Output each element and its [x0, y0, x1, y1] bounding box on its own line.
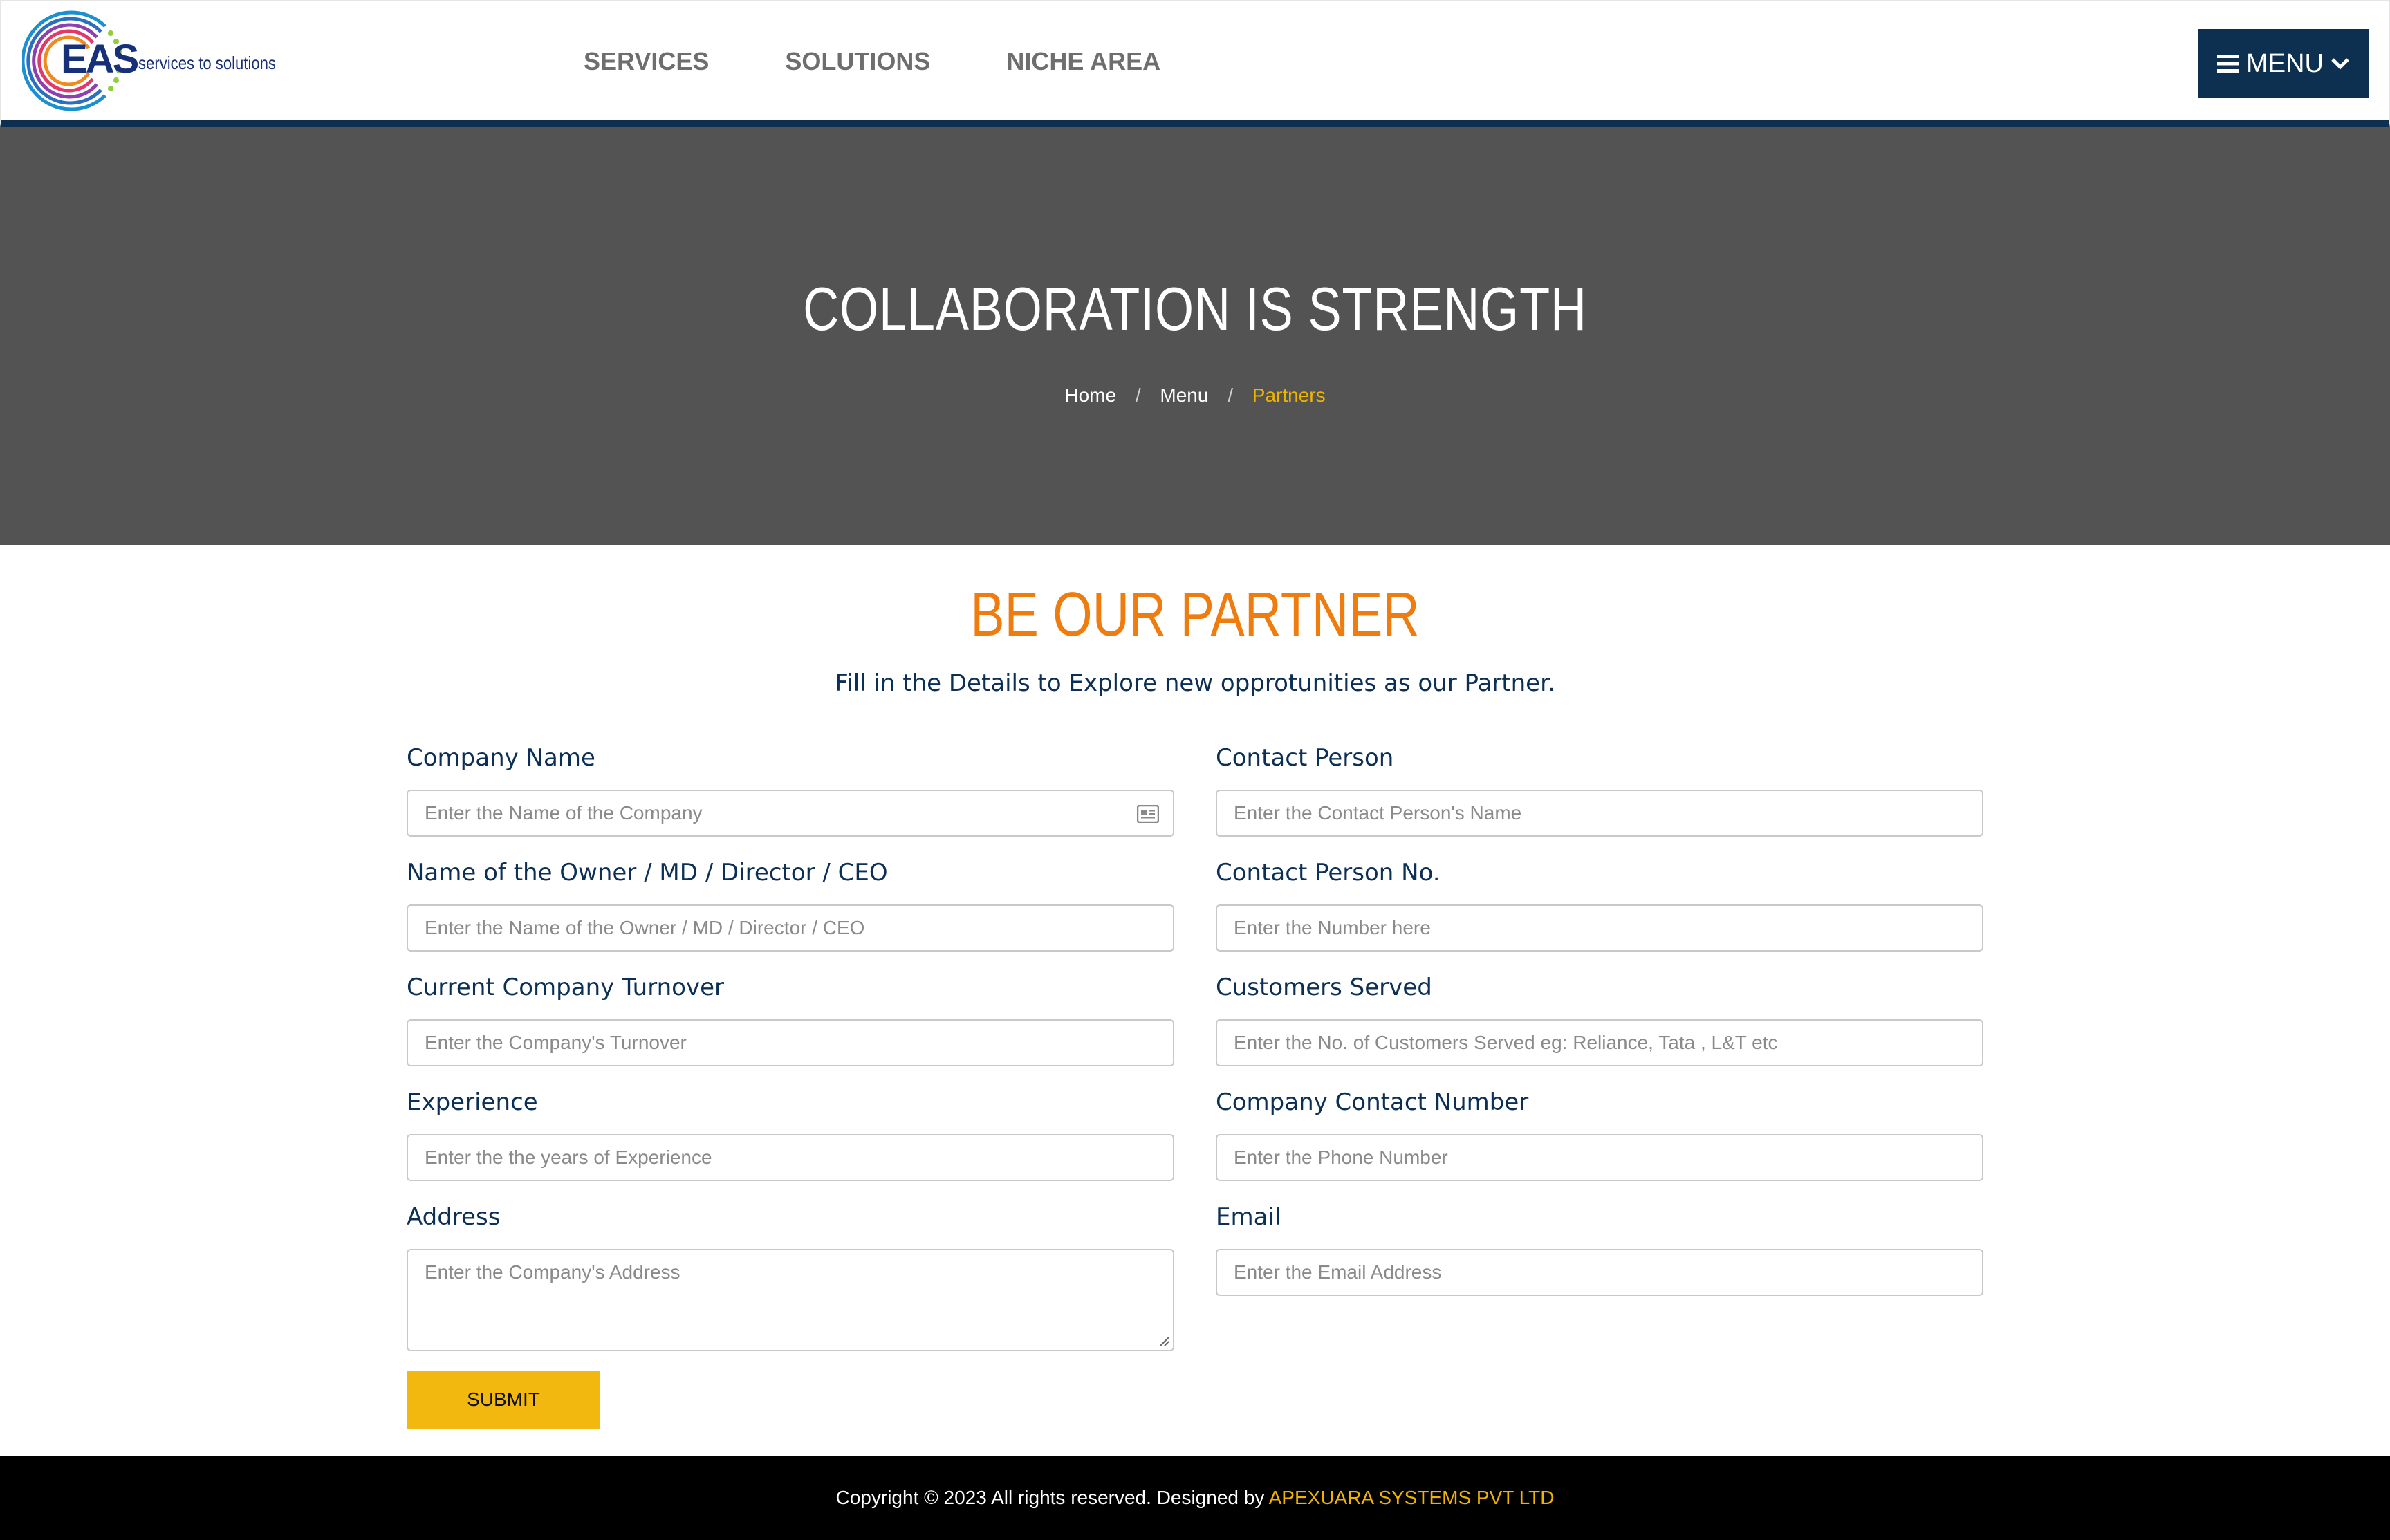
site-header: EAS services to solutions SERVICES SOLUT… [0, 0, 2390, 127]
owner-name-placeholder: Enter the Name of the Owner / MD / Direc… [425, 917, 865, 938]
breadcrumb-current: Partners [1252, 384, 1326, 406]
hamburger-icon [2217, 55, 2240, 73]
section-subtitle: Fill in the Details to Explore new oppro… [835, 669, 1555, 697]
contact-person-placeholder: Enter the Contact Person's Name [1234, 802, 1522, 824]
menu-label: MENU [2246, 48, 2324, 78]
nav-item-services[interactable]: SERVICES [584, 47, 709, 76]
page-hero: COLLABORATION IS STRENGTH Home / Menu / … [0, 127, 2390, 545]
contact-card-icon [1137, 805, 1159, 823]
contact-person-no-input[interactable]: Enter the Number here [1216, 904, 1983, 952]
resize-handle-icon[interactable] [1158, 1335, 1170, 1347]
contact-person-no-placeholder: Enter the Number here [1234, 917, 1431, 938]
customers-served-input[interactable]: Enter the No. of Customers Served eg: Re… [1216, 1019, 1983, 1066]
company-contact-number-label: Company Contact Number [1216, 1088, 1529, 1116]
email-placeholder: Enter the Email Address [1234, 1261, 1442, 1283]
logo-tagline: services to solutions [138, 53, 276, 73]
company-name-input[interactable]: Enter the Name of the Company [407, 790, 1174, 837]
breadcrumb-home[interactable]: Home [1064, 384, 1116, 406]
brand-logo[interactable]: EAS services to solutions [22, 6, 306, 116]
email-input[interactable]: Enter the Email Address [1216, 1249, 1983, 1296]
submit-button[interactable]: SUBMIT [407, 1371, 600, 1429]
breadcrumb: Home / Menu / Partners [0, 384, 2390, 407]
email-label: Email [1216, 1203, 1281, 1231]
nav-item-niche-area[interactable]: NICHE AREA [1006, 47, 1160, 76]
company-contact-number-input[interactable]: Enter the Phone Number [1216, 1134, 1983, 1181]
menu-button[interactable]: MENU [2198, 29, 2369, 98]
turnover-input[interactable]: Enter the Company's Turnover [407, 1019, 1174, 1066]
company-name-placeholder: Enter the Name of the Company [425, 802, 703, 824]
turnover-label: Current Company Turnover [407, 974, 724, 1001]
section-title: BE OUR PARTNER [970, 580, 1420, 649]
contact-person-label: Contact Person [1216, 744, 1394, 772]
logo-text: EAS [61, 37, 139, 82]
experience-label: Experience [407, 1088, 538, 1116]
company-contact-number-placeholder: Enter the Phone Number [1234, 1147, 1448, 1168]
breadcrumb-separator: / [1135, 384, 1141, 406]
contact-person-input[interactable]: Enter the Contact Person's Name [1216, 790, 1983, 837]
breadcrumb-menu[interactable]: Menu [1160, 384, 1208, 406]
company-name-label: Company Name [407, 744, 595, 772]
address-label: Address [407, 1203, 501, 1231]
contact-person-no-label: Contact Person No. [1216, 859, 1441, 887]
site-footer: Copyright © 2023 All rights reserved. De… [0, 1456, 2390, 1540]
address-placeholder: Enter the Company's Address [425, 1261, 680, 1283]
address-textarea[interactable]: Enter the Company's Address [407, 1249, 1174, 1351]
breadcrumb-separator: / [1228, 384, 1234, 406]
turnover-placeholder: Enter the Company's Turnover [425, 1032, 687, 1053]
nav-item-solutions[interactable]: SOLUTIONS [785, 47, 930, 76]
owner-name-input[interactable]: Enter the Name of the Owner / MD / Direc… [407, 904, 1174, 952]
copyright-text: Copyright © 2023 All rights reserved. De… [0, 1487, 2390, 1509]
chevron-down-icon [2331, 58, 2349, 70]
experience-input[interactable]: Enter the the years of Experience [407, 1134, 1174, 1181]
customers-served-placeholder: Enter the No. of Customers Served eg: Re… [1234, 1032, 1778, 1053]
designer-link[interactable]: APEXUARA SYSTEMS PVT LTD [1269, 1487, 1555, 1508]
customers-served-label: Customers Served [1216, 974, 1432, 1001]
main-nav: SERVICES SOLUTIONS NICHE AREA [584, 47, 1236, 76]
hero-title: COLLABORATION IS STRENGTH [803, 275, 1587, 343]
copyright-label: Copyright © 2023 All rights reserved. De… [835, 1487, 1269, 1508]
experience-placeholder: Enter the the years of Experience [425, 1147, 712, 1168]
owner-name-label: Name of the Owner / MD / Director / CEO [407, 859, 888, 887]
